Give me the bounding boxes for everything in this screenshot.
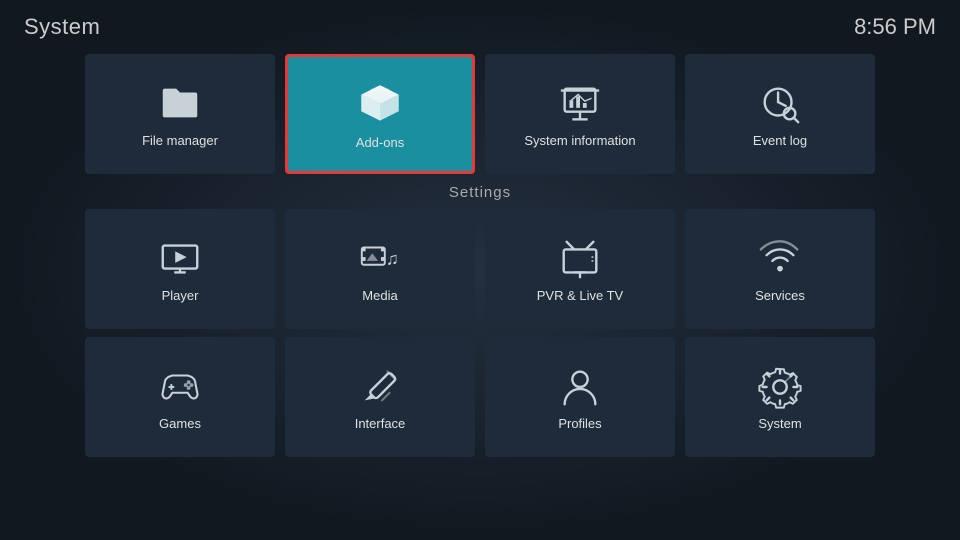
tile-player-label: Player — [162, 288, 199, 303]
tile-profiles[interactable]: Profiles — [485, 337, 675, 457]
tile-pvr-live-tv[interactable]: PVR & Live TV — [485, 209, 675, 329]
tile-interface[interactable]: Interface — [285, 337, 475, 457]
tile-add-ons[interactable]: Add-ons — [285, 54, 475, 174]
page-title: System — [24, 14, 100, 40]
tile-event-log-label: Event log — [753, 133, 807, 148]
system-settings-page: System 8:56 PM File manager A — [0, 0, 960, 540]
tile-profiles-label: Profiles — [558, 416, 601, 431]
folder-icon — [157, 81, 203, 127]
tile-pvr-live-tv-label: PVR & Live TV — [537, 288, 623, 303]
tile-services-label: Services — [755, 288, 805, 303]
tile-system-information[interactable]: System information — [485, 54, 675, 174]
tile-media-label: Media — [362, 288, 397, 303]
tile-system-label: System — [758, 416, 801, 431]
tile-system-information-label: System information — [524, 133, 635, 148]
settings-grid: Player ♫ Media — [0, 209, 960, 455]
chart-icon — [557, 81, 603, 127]
tile-add-ons-label: Add-ons — [356, 135, 404, 150]
tile-games-label: Games — [159, 416, 201, 431]
gamepad-icon — [157, 364, 203, 410]
tile-event-log[interactable]: Event log — [685, 54, 875, 174]
person-icon — [557, 364, 603, 410]
pencil-icon — [357, 364, 403, 410]
tile-file-manager[interactable]: File manager — [85, 54, 275, 174]
header: System 8:56 PM — [0, 0, 960, 48]
gear-icon — [757, 364, 803, 410]
tv-icon — [557, 236, 603, 282]
tile-system[interactable]: System — [685, 337, 875, 457]
tile-games[interactable]: Games — [85, 337, 275, 457]
tile-media[interactable]: ♫ Media — [285, 209, 475, 329]
top-tiles-row: File manager Add-ons — [0, 54, 960, 174]
tile-player[interactable]: Player — [85, 209, 275, 329]
tile-services[interactable]: Services — [685, 209, 875, 329]
svg-text:♫: ♫ — [386, 248, 399, 268]
media-icon: ♫ — [357, 236, 403, 282]
section-settings-label: Settings — [0, 184, 960, 201]
wifi-icon — [757, 236, 803, 282]
clock: 8:56 PM — [854, 14, 936, 40]
tile-file-manager-label: File manager — [142, 133, 218, 148]
tile-interface-label: Interface — [355, 416, 406, 431]
play-icon — [157, 236, 203, 282]
box-icon — [355, 79, 405, 129]
clock-search-icon — [757, 81, 803, 127]
